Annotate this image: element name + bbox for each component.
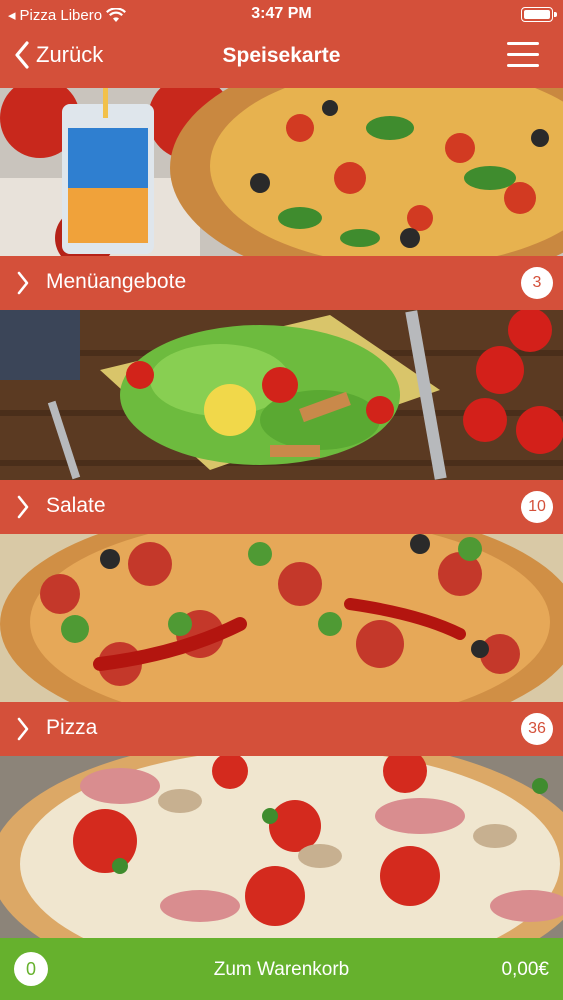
page-title: Speisekarte [222, 44, 341, 67]
category-label: Salate [46, 494, 106, 517]
cart-button-label: Zum Warenkorb [213, 959, 350, 980]
banner-menu-offers-image[interactable] [0, 88, 563, 256]
category-count-badge: 3 [521, 267, 553, 299]
menu-line [507, 64, 539, 67]
menu-line [507, 42, 539, 45]
hamburger-menu-button[interactable] [507, 42, 539, 68]
category-count-badge: 10 [521, 491, 553, 523]
cart-total: 0,00€ [501, 959, 549, 980]
status-time: 3:47 PM [251, 5, 312, 22]
banner-pizza-image[interactable] [0, 534, 563, 702]
cart-bar[interactable]: 0 Zum Warenkorb 0,00€ [0, 938, 563, 1000]
category-row-salads[interactable]: Salate 10 [0, 480, 563, 534]
menu-line [507, 53, 539, 56]
category-label: Menüangebote [46, 270, 187, 293]
status-bar: ◂ Pizza Libero 3:47 PM [0, 0, 563, 30]
banner-salads-image[interactable] [0, 310, 563, 480]
category-row-menu-offers[interactable]: Menüangebote 3 [0, 256, 563, 310]
chevron-right-icon [17, 717, 29, 741]
app-header: ◂ Pizza Libero 3:47 PM Zurück Speisekart… [0, 0, 563, 88]
nav-bar: Zurück Speisekarte [0, 30, 563, 86]
chevron-right-icon [17, 271, 29, 295]
category-row-pizza[interactable]: Pizza 36 [0, 702, 563, 756]
category-count-badge: 36 [521, 713, 553, 745]
category-label: Pizza [46, 716, 98, 739]
battery-icon [521, 7, 557, 22]
banner-category-image[interactable] [0, 756, 563, 938]
chevron-right-icon [17, 495, 29, 519]
